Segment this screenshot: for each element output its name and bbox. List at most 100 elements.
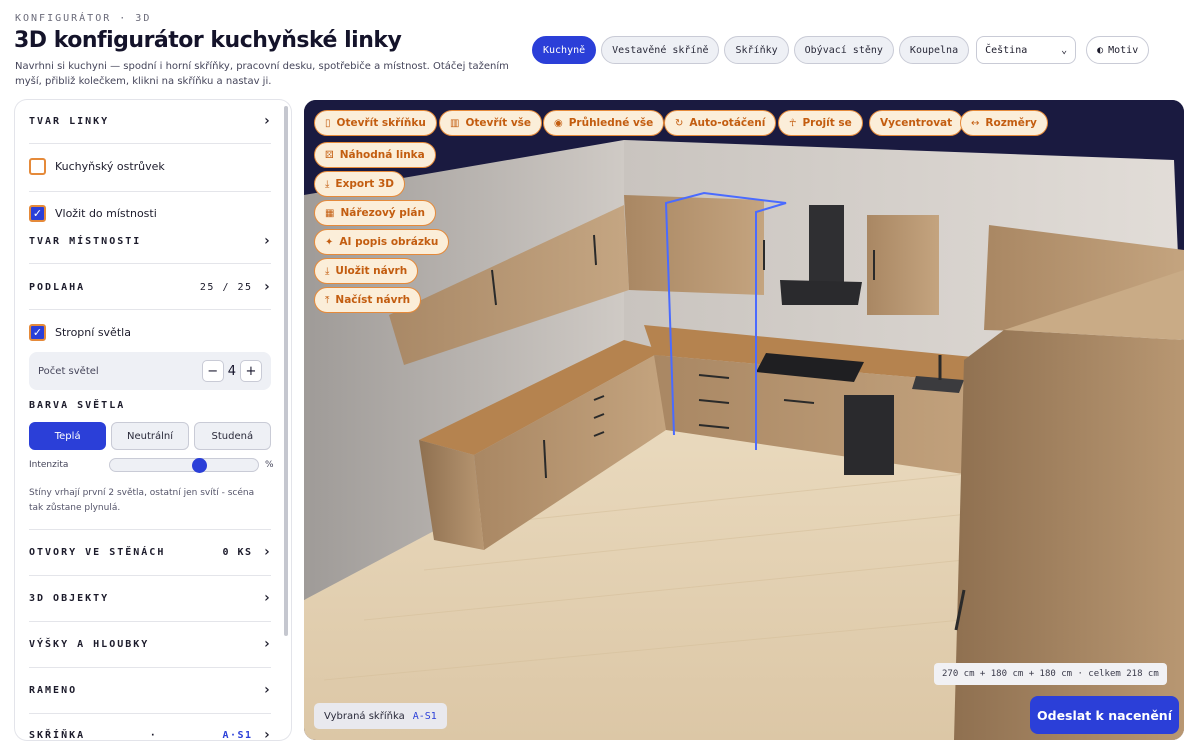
load-design-button[interactable]: ⤒ Načíst návrh	[314, 287, 422, 313]
ceiling-lights-checkbox[interactable]: ✓ Stropní světla	[29, 324, 131, 341]
divider	[29, 575, 271, 576]
section-room-shape[interactable]: TVAR MÍSTNOSTI ›	[29, 233, 271, 249]
slider-handle[interactable]	[191, 458, 207, 473]
export-3d-button[interactable]: ⤓ Export 3D	[314, 171, 405, 197]
section-label: BARVA SVĚTLA	[29, 400, 126, 411]
chevron-right-icon: ›	[262, 727, 271, 740]
section-openings[interactable]: OTVORY VE STĚNÁCH 0 KS ›	[29, 544, 271, 560]
theme-toggle[interactable]: ◐ Motiv	[1086, 36, 1150, 64]
center-button[interactable]: Vycentrovat	[869, 110, 964, 136]
transparent-all-button[interactable]: ◉ Průhledné vše	[543, 110, 665, 136]
intensity-slider[interactable]	[109, 458, 259, 473]
language-select[interactable]: Čeština ⌄	[976, 36, 1077, 64]
walk-icon: ☥	[789, 117, 797, 129]
selected-cabinet-badge: Vybraná skříňka A-S1	[314, 703, 447, 729]
export-3d-label: Export 3D	[335, 178, 394, 190]
light-count-control: Počet světel − 4 +	[29, 352, 271, 390]
dimensions-button[interactable]: ↔ Rozměry	[960, 110, 1048, 136]
rotate-icon: ↻	[675, 117, 684, 129]
dimensions-label: Rozměry	[985, 117, 1037, 129]
tab-built-in-wardrobes[interactable]: Vestavěné skříně	[601, 36, 720, 64]
tab-bathroom[interactable]: Koupelna	[898, 36, 970, 64]
light-color-heading: BARVA SVĚTLA	[29, 400, 271, 411]
divider	[29, 713, 271, 714]
random-kitchen-button[interactable]: ⚄ Náhodná linka	[314, 142, 436, 168]
back-upper-left	[624, 195, 764, 295]
range-hood-base	[780, 280, 862, 305]
tab-cabinets[interactable]: Skříňky	[724, 36, 789, 64]
divider	[29, 143, 271, 144]
divider	[29, 667, 271, 668]
open-all-button[interactable]: ▥ Otevřít vše	[439, 110, 543, 136]
walk-button[interactable]: ☥ Projít se	[778, 110, 863, 136]
walk-label: Projít se	[802, 117, 852, 129]
island-label: Kuchyňský ostrůvek	[55, 160, 165, 173]
decrement-button[interactable]: −	[201, 360, 224, 382]
save-design-button[interactable]: ⤓ Uložit návrh	[314, 258, 419, 284]
dimensions-readout: 270 cm + 180 cm + 180 cm · celkem 218 cm	[934, 663, 1167, 685]
light-note: Stíny vrhají první 2 světla, ostatní jen…	[29, 488, 255, 513]
checkbox-box[interactable]	[29, 158, 46, 175]
chevron-right-icon: ›	[262, 682, 271, 698]
ai-description-button[interactable]: ✦ AI popis obrázku	[314, 229, 450, 255]
open-cabinet-button[interactable]: ▯ Otevřít skříňku	[314, 110, 437, 136]
tab-living-walls[interactable]: Obývací stěny	[793, 36, 894, 64]
separator-dot: ·	[149, 729, 158, 741]
intensity-unit: %	[265, 460, 274, 470]
save-design-label: Uložit návrh	[335, 265, 408, 277]
section-label: TVAR LINKY	[29, 115, 110, 127]
load-design-label: Načíst návrh	[335, 294, 411, 306]
section-3d-objects[interactable]: 3D OBJEKTY ›	[29, 590, 271, 606]
half-circle-icon: ◐	[1097, 44, 1104, 56]
section-cabinet[interactable]: SKŘÍŇKA · A·S1 ›	[29, 727, 271, 740]
auto-rotate-label: Auto-otáčení	[689, 117, 766, 129]
sidebar-scrollbar[interactable]	[284, 106, 288, 636]
dishwasher	[844, 395, 894, 475]
openings-value: 0 KS	[222, 546, 253, 558]
chevron-right-icon: ›	[262, 590, 271, 606]
section-label: PODLAHA	[29, 281, 86, 293]
divider	[29, 529, 271, 530]
eye-icon: ◉	[554, 117, 563, 129]
light-color-warm[interactable]: Teplá	[29, 422, 107, 450]
tab-kitchen[interactable]: Kuchyně	[532, 36, 597, 64]
chevron-down-icon: ⌄	[1061, 44, 1068, 56]
increment-button[interactable]: +	[240, 360, 262, 382]
light-color-neutral[interactable]: Neutrální	[111, 422, 189, 450]
ai-description-label: AI popis obrázku	[339, 236, 439, 248]
intensity-label: Intenzita	[29, 460, 69, 470]
auto-rotate-button[interactable]: ↻ Auto-otáčení	[664, 110, 777, 136]
divider	[29, 263, 271, 264]
3d-viewport[interactable]: ▯ Otevřít skříňku ▥ Otevřít vše ◉ Průhledné…	[304, 100, 1184, 740]
kitchen-3d-scene[interactable]	[304, 100, 1184, 740]
cutting-plan-button[interactable]: ▦ Nářezový plán	[314, 200, 436, 226]
download-icon: ⤓	[325, 178, 330, 190]
chevron-right-icon: ›	[262, 636, 271, 652]
section-label: OTVORY VE STĚNÁCH	[29, 546, 166, 558]
room-label: Vložit do místnosti	[55, 207, 157, 220]
chevron-right-icon: ›	[262, 233, 271, 249]
selected-label: Vybraná skříňka	[324, 710, 405, 722]
section-floor[interactable]: PODLAHA 25 / 25 ›	[29, 279, 271, 295]
cabinet-value: A·S1	[222, 729, 253, 741]
cutting-plan-label: Nářezový plán	[340, 207, 425, 219]
section-heights-depths[interactable]: VÝŠKY A HLOUBKY ›	[29, 636, 271, 652]
section-kitchen-shape[interactable]: TVAR LINKY ›	[29, 113, 271, 129]
submit-for-quote-button[interactable]: Odeslat k nacenění	[1030, 696, 1179, 734]
divider	[29, 309, 271, 310]
columns-icon: ▥	[450, 117, 460, 129]
center-label: Vycentrovat	[880, 117, 953, 129]
room-checkbox[interactable]: ✓ Vložit do místnosti	[29, 205, 157, 222]
island-checkbox[interactable]: Kuchyňský ostrůvek	[29, 158, 165, 175]
section-arm[interactable]: RAMENO ›	[29, 682, 271, 698]
light-color-cold[interactable]: Studená	[193, 422, 271, 450]
checkmark-icon[interactable]: ✓	[29, 324, 46, 341]
floor-value: 25 / 25	[199, 281, 253, 293]
open-all-label: Otevřít vše	[465, 117, 532, 129]
chevron-right-icon: ›	[262, 544, 271, 560]
ruler-icon: ↔	[971, 117, 980, 129]
checkmark-icon[interactable]: ✓	[29, 205, 46, 222]
section-label: 3D OBJEKTY	[29, 592, 110, 604]
theme-label: Motiv	[1108, 44, 1139, 56]
light-count-value: 4	[227, 363, 236, 379]
